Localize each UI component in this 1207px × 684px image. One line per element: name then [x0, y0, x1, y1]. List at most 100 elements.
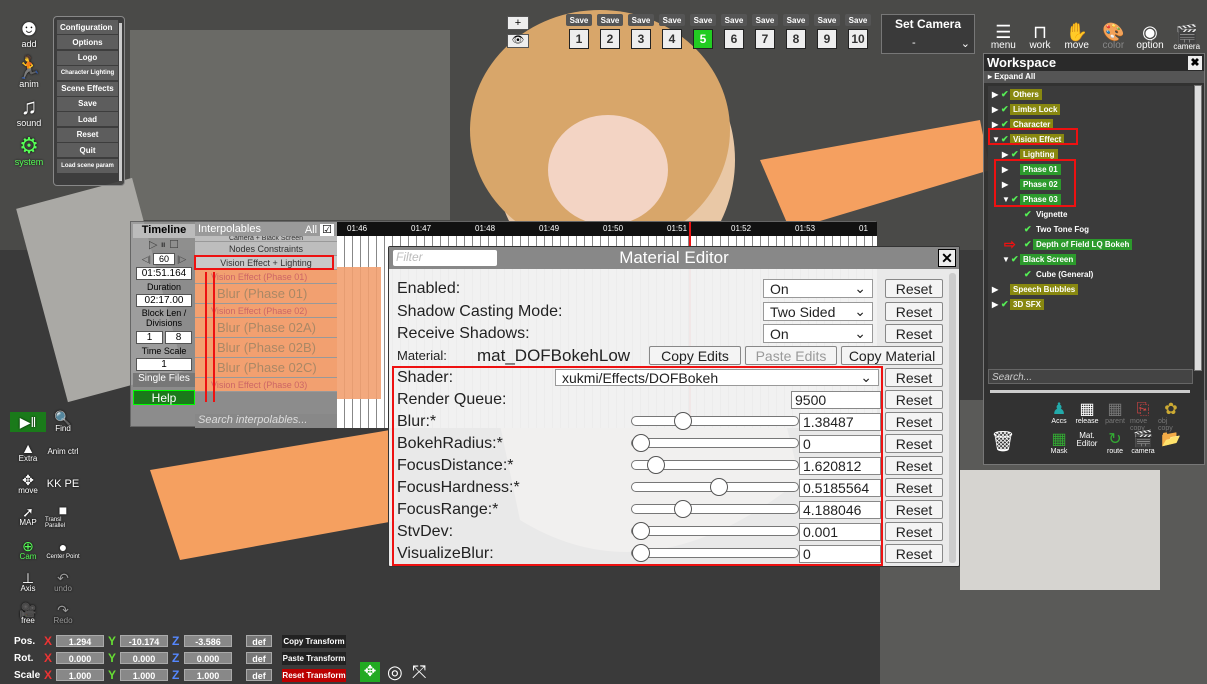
slider-knob[interactable]: [632, 434, 650, 452]
slot-8-number[interactable]: 8: [786, 29, 806, 49]
tree-item-phase-01[interactable]: ▶ Phase 01: [1002, 163, 1061, 175]
obj-copy-button[interactable]: ✿ obj copy: [1158, 402, 1184, 433]
release-button[interactable]: ▦ release: [1074, 402, 1100, 426]
block-len-field[interactable]: 1: [136, 331, 163, 344]
save-7-button[interactable]: Save: [752, 14, 778, 26]
paste-edits-button[interactable]: Paste Edits: [745, 346, 837, 365]
tree-item-phase-03[interactable]: ▼ ✔ Phase 03: [1002, 193, 1061, 205]
prop-slider[interactable]: [631, 522, 799, 540]
help-button[interactable]: Help: [133, 390, 195, 405]
time-scale-field[interactable]: 1: [136, 358, 192, 371]
prop-slider[interactable]: [631, 500, 799, 518]
rot-x-field[interactable]: 0.000: [56, 652, 104, 664]
interpolable-row[interactable]: Vision Effect (Phase 03): [195, 378, 337, 392]
menu-options[interactable]: Options: [57, 35, 118, 50]
tree-item-black-screen[interactable]: ▼ ✔ Black Screen: [1002, 253, 1077, 265]
shadow-casting-dropdown[interactable]: Two Sided ⌄: [763, 302, 873, 321]
option-button[interactable]: ◉ option: [1132, 15, 1169, 51]
camera-slot-5[interactable]: Save 5: [689, 14, 717, 54]
workspace-search-input[interactable]: Search...: [988, 369, 1193, 384]
camera-slot-9[interactable]: Save 9: [813, 14, 841, 54]
camera-slot-2[interactable]: Save 2: [596, 14, 624, 54]
save-4-button[interactable]: Save: [659, 14, 685, 26]
reset-button[interactable]: Reset: [885, 500, 943, 519]
material-scrollbar[interactable]: [949, 273, 956, 563]
prop-value-field[interactable]: 0.001: [799, 522, 881, 541]
parent-button[interactable]: ▦ parent: [1102, 402, 1128, 426]
cam-button[interactable]: ⊕ Cam: [10, 539, 46, 561]
prop-value-field[interactable]: 0: [799, 544, 881, 563]
slot-6-number[interactable]: 6: [724, 29, 744, 49]
divisions-field[interactable]: 8: [165, 331, 192, 344]
prop-slider[interactable]: [631, 544, 799, 562]
folder-button[interactable]: 📂: [1158, 432, 1184, 448]
tree-item-limbs-lock[interactable]: ▶ ✔ Limbs Lock: [992, 103, 1061, 115]
reset-button[interactable]: Reset: [885, 522, 943, 541]
interpolable-row[interactable]: Blur (Phase 02A): [195, 318, 337, 338]
mat-editor-button[interactable]: Mat. Editor: [1074, 432, 1100, 448]
scale-z-field[interactable]: 1.000: [184, 669, 232, 681]
prop-slider[interactable]: [631, 478, 799, 496]
move-button[interactable]: ✋ move: [1058, 15, 1095, 51]
set-camera-dropdown[interactable]: Set Camera - ⌄: [881, 14, 975, 54]
prop-slider[interactable]: [631, 434, 799, 452]
prop-value-field[interactable]: 0: [799, 434, 881, 453]
slider-knob[interactable]: [674, 412, 692, 430]
tree-item-cube[interactable]: ✔ Cube (General): [1024, 268, 1096, 280]
tree-item-vignette[interactable]: ✔ Vignette: [1024, 208, 1070, 220]
menu-reset[interactable]: Reset: [57, 127, 118, 142]
save-5-button[interactable]: Save: [690, 14, 716, 26]
slider-knob[interactable]: [632, 522, 650, 540]
camera-slot-7[interactable]: Save 7: [751, 14, 779, 54]
anim-button[interactable]: 🏃 anim: [10, 56, 48, 89]
prop-slider[interactable]: [631, 456, 799, 474]
pos-z-field[interactable]: -3.586: [184, 635, 232, 647]
color-button[interactable]: 🎨 color: [1095, 15, 1132, 51]
find-button[interactable]: 🔍 Find: [45, 411, 81, 433]
tree-scrollbar[interactable]: [1194, 85, 1202, 371]
save-10-button[interactable]: Save: [845, 14, 871, 26]
interpolables-search-input[interactable]: Search interpolables...: [195, 414, 337, 428]
pos-def-button[interactable]: def: [246, 635, 272, 647]
fps-control[interactable]: ◁| 60 |▷: [133, 252, 195, 266]
tree-item-3d-sfx[interactable]: ▶ ✔ 3D SFX: [992, 298, 1045, 310]
scale-def-button[interactable]: def: [246, 669, 272, 681]
workspace-camera-button[interactable]: 🎬 camera: [1130, 432, 1156, 456]
prop-slider[interactable]: [631, 412, 799, 430]
sound-button[interactable]: ♫ sound: [10, 95, 48, 128]
reset-button[interactable]: Reset: [885, 412, 943, 431]
reset-button[interactable]: Reset: [885, 324, 943, 343]
interpolable-row[interactable]: Vision Effect + Lighting: [195, 256, 337, 270]
redo-button[interactable]: ↷ Redo: [45, 603, 81, 625]
prop-value-field[interactable]: 4.188046: [799, 500, 881, 519]
slider-knob[interactable]: [710, 478, 728, 496]
save-9-button[interactable]: Save: [814, 14, 840, 26]
interpolable-row[interactable]: Vision Effect (Phase 02): [195, 304, 337, 318]
save-3-button[interactable]: Save: [628, 14, 654, 26]
playback-controls[interactable]: ▷ ⏸ ☐: [133, 238, 195, 252]
menu-logo[interactable]: Logo: [57, 50, 118, 65]
camera-slot-10[interactable]: Save 10: [844, 14, 872, 54]
slider-knob[interactable]: [632, 544, 650, 562]
save-6-button[interactable]: Save: [721, 14, 747, 26]
camera-slot-1[interactable]: Save 1: [565, 14, 593, 54]
scale-x-field[interactable]: 1.000: [56, 669, 104, 681]
copy-edits-button[interactable]: Copy Edits: [649, 346, 741, 365]
camera-slot-3[interactable]: Save 3: [627, 14, 655, 54]
reset-button[interactable]: Reset: [885, 279, 943, 298]
map-button[interactable]: ➚ MAP: [10, 505, 46, 527]
prop-value-field[interactable]: 1.38487: [799, 412, 881, 431]
delete-button[interactable]: 🗑: [990, 432, 1016, 452]
tree-item-dof-bokeh[interactable]: ✔ Depth of Field LQ Bokeh: [1024, 238, 1133, 250]
interpolable-row[interactable]: Blur (Phase 01): [195, 284, 337, 304]
camera-slot-6[interactable]: Save 6: [720, 14, 748, 54]
axis-button[interactable]: ⊥ Axis: [10, 571, 46, 593]
reset-button[interactable]: Reset: [885, 544, 943, 563]
menu-load[interactable]: Load: [57, 112, 118, 127]
kkpe-button[interactable]: KK PE: [45, 474, 81, 494]
gizmo-move-icon[interactable]: ✥: [360, 662, 380, 682]
render-queue-field[interactable]: 9500: [791, 390, 881, 409]
rot-def-button[interactable]: def: [246, 652, 272, 664]
menu-quit[interactable]: Quit: [57, 143, 118, 158]
close-icon[interactable]: ✕: [938, 249, 956, 267]
